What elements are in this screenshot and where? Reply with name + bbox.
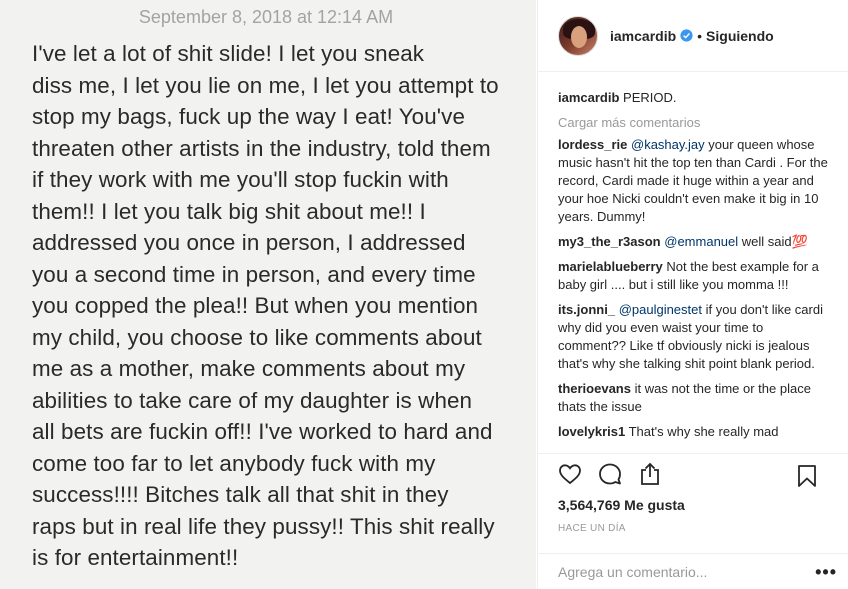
comment-mention[interactable]: @kashay.jay xyxy=(631,137,705,152)
comment-item: lovelykris1 That's why she really mad xyxy=(558,423,829,441)
share-icon[interactable] xyxy=(638,462,662,486)
note-line: I've let a lot of shit slide! I let you … xyxy=(32,41,425,66)
caption-text: PERIOD. xyxy=(623,90,677,105)
comment-mention[interactable]: @emmanuel xyxy=(664,234,738,249)
comment-icon[interactable] xyxy=(598,462,622,486)
note-line: them!! I let you talk big shit about me!… xyxy=(32,198,426,224)
post-side-panel: iamcardib • Siguiendo iamcardib PERIOD. … xyxy=(537,0,848,589)
comment-item: its.jonni_ @paulginestet if you don't li… xyxy=(558,301,829,373)
comment-item: marielablueberry Not the best example fo… xyxy=(558,258,829,294)
more-options-icon[interactable]: ••• xyxy=(815,562,837,583)
note-line: is for entertainment!! xyxy=(32,545,239,570)
note-line: you copped the plea!! But when you menti… xyxy=(32,293,479,318)
comment-item: lordess_rie @kashay.jay your queen whose… xyxy=(558,136,829,226)
note-line: if they work with me you'll stop fuckin … xyxy=(32,167,449,192)
note-line: threaten other artists in the industry, … xyxy=(32,135,491,161)
note-line: success!!!! Bitches talk all that shit i… xyxy=(32,482,449,507)
username-link[interactable]: iamcardib xyxy=(610,28,676,44)
note-line: abilities to take care of my daughter is… xyxy=(32,387,473,413)
comment-user[interactable]: my3_the_r3ason xyxy=(558,234,661,249)
action-bar xyxy=(538,453,848,493)
comment-user[interactable]: lovelykris1 xyxy=(558,424,625,439)
note-date: September 8, 2018 at 12:14 AM xyxy=(138,7,394,27)
comment-user[interactable]: therioevans xyxy=(558,381,631,396)
caption-user[interactable]: iamcardib xyxy=(558,90,619,105)
post-image: September 8, 2018 at 12:14 AM I've let a… xyxy=(0,0,536,589)
comment-text: That's why she really mad xyxy=(628,424,779,439)
bookmark-icon[interactable] xyxy=(795,464,819,488)
load-more-comments-button[interactable]: Cargar más comentarios xyxy=(558,115,829,130)
post-header: iamcardib • Siguiendo xyxy=(538,0,848,72)
caption: iamcardib PERIOD. xyxy=(558,89,829,107)
add-comment-bar: ••• xyxy=(538,553,848,589)
note-line: my child, you choose to like comments ab… xyxy=(32,324,482,350)
note-line: raps but in real life they pussy!! This … xyxy=(32,513,495,539)
likes-count[interactable]: 3,564,769 Me gusta xyxy=(558,497,685,513)
note-line: diss me, I let you lie on me, I let you … xyxy=(32,72,499,98)
following-button[interactable]: Siguiendo xyxy=(706,28,774,44)
comment-item: therioevans it was not the time or the p… xyxy=(558,380,829,416)
avatar[interactable] xyxy=(558,15,598,56)
note-line: me as a mother, make comments about my xyxy=(32,356,466,381)
comment-text: well said💯 xyxy=(738,234,808,249)
heart-icon[interactable] xyxy=(558,462,582,486)
verified-badge-icon xyxy=(680,29,693,42)
note-line: you a second time in person, and every t… xyxy=(32,261,476,287)
separator-dot: • xyxy=(697,27,703,44)
comment-item: my3_the_r3ason @emmanuel well said💯 xyxy=(558,233,829,251)
comment-user[interactable]: its.jonni_ xyxy=(558,302,615,317)
note-line: stop my bags, fuck up the way I eat! You… xyxy=(32,104,466,129)
comment-mention[interactable]: @paulginestet xyxy=(619,302,702,317)
comments-list[interactable]: iamcardib PERIOD. Cargar más comentarios… xyxy=(538,73,848,453)
note-line: addressed you once in person, I addresse… xyxy=(32,230,466,255)
note-line: all bets are fuckin off!! I've worked to… xyxy=(32,419,493,444)
note-line: come too far to let anybody fuck with my xyxy=(32,450,436,476)
add-comment-input[interactable] xyxy=(558,563,798,580)
comment-user[interactable]: lordess_rie xyxy=(558,137,627,152)
note-text: I've let a lot of shit slide! I let you … xyxy=(32,38,512,574)
comment-user[interactable]: marielablueberry xyxy=(558,259,663,274)
post-time[interactable]: HACE UN DÍA xyxy=(558,523,626,534)
